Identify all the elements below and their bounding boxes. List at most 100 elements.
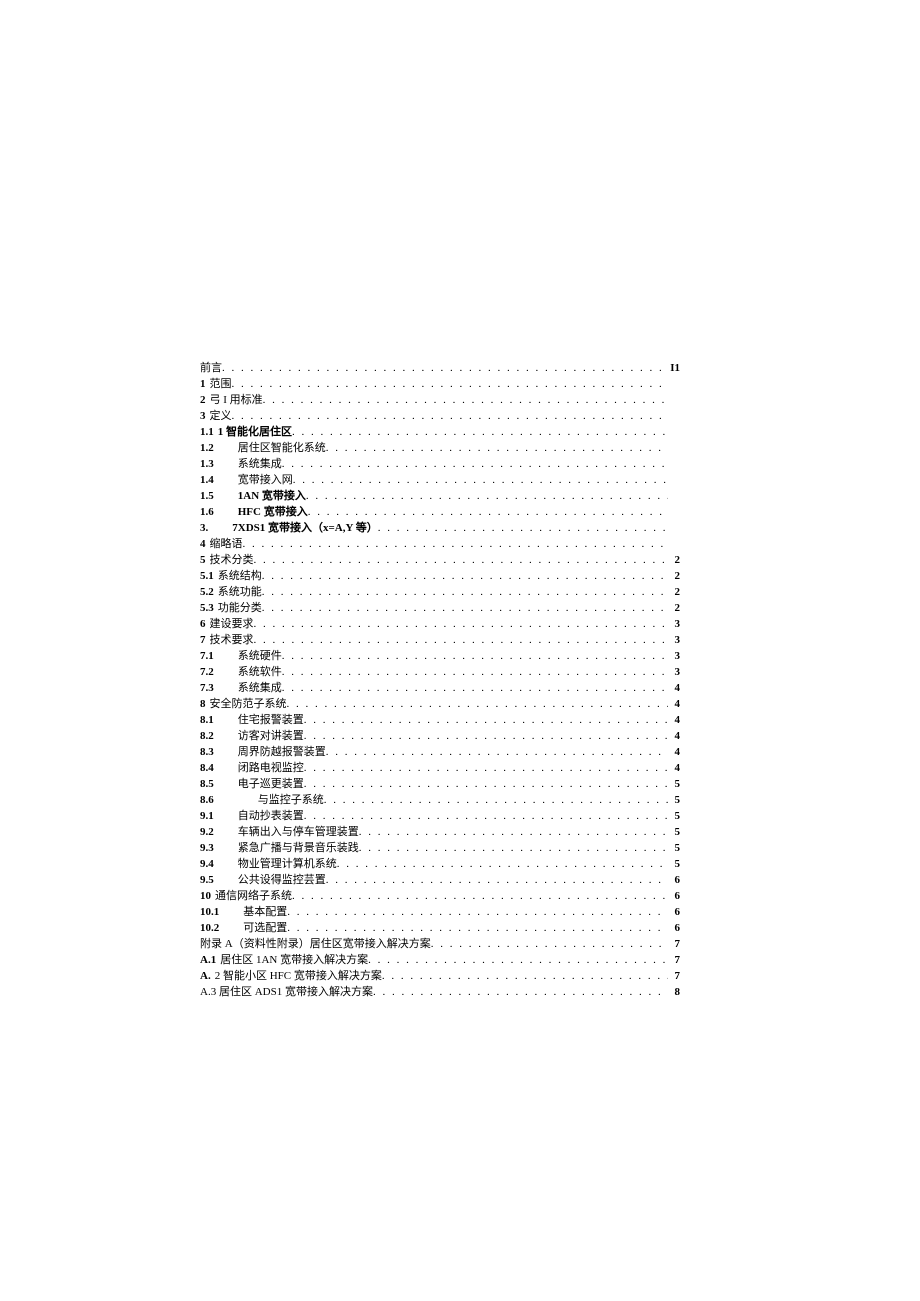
toc-leader-dots bbox=[304, 760, 668, 776]
toc-leader-dots bbox=[254, 552, 669, 568]
toc-title: 居住区 1AN 宽带接入解决方案 bbox=[220, 952, 368, 968]
toc-page-number: 4 bbox=[668, 728, 680, 744]
toc-row: 5.2系统功能 2 bbox=[200, 584, 680, 600]
toc-page-number: 7 bbox=[668, 936, 680, 952]
toc-row: 7.2系统软件3 bbox=[200, 664, 680, 680]
toc-row: 4缩略语 bbox=[200, 536, 680, 552]
toc-leader-dots bbox=[382, 968, 668, 984]
toc-title: 定义 bbox=[210, 408, 232, 424]
toc-leader-dots bbox=[262, 584, 668, 600]
toc-title: 与监控子系统 bbox=[218, 792, 324, 808]
toc-leader-dots bbox=[326, 440, 668, 456]
toc-number: A.1 bbox=[200, 952, 220, 968]
toc-row: 9.4物业管理计算机系统5 bbox=[200, 856, 680, 872]
toc-page-number: 6 bbox=[668, 920, 680, 936]
toc-number: 9.1 bbox=[200, 808, 218, 824]
toc-title: 系统软件 bbox=[218, 664, 282, 680]
toc-title: 系统功能 bbox=[218, 584, 262, 600]
toc-leader-dots bbox=[292, 888, 668, 904]
toc-row: 9.3紧急广播与背景音乐装践 5 bbox=[200, 840, 680, 856]
toc-title: 技术分类 bbox=[210, 552, 254, 568]
toc-row: 5.3功能分类 2 bbox=[200, 600, 680, 616]
toc-leader-dots bbox=[232, 376, 669, 392]
toc-title: A.3 居住区 ADS1 宽带接入解决方案 bbox=[200, 984, 373, 1000]
toc-row: 7技术要求3 bbox=[200, 632, 680, 648]
toc-page-number: 2 bbox=[668, 568, 680, 584]
toc-row: 前言I1 bbox=[200, 360, 680, 376]
toc-title: 系统集成 bbox=[218, 456, 282, 472]
toc-leader-dots bbox=[263, 392, 668, 408]
toc-row: 5技术分类 2 bbox=[200, 552, 680, 568]
toc-title: 住宅报警装置 bbox=[218, 712, 304, 728]
toc-row: 3定义 bbox=[200, 408, 680, 424]
toc-row: A.1居住区 1AN 宽带接入解决方案 7 bbox=[200, 952, 680, 968]
toc-number: 1.4 bbox=[200, 472, 218, 488]
toc-row: 7.3系统集成4 bbox=[200, 680, 680, 696]
toc-leader-dots bbox=[304, 712, 668, 728]
toc-number: 9.2 bbox=[200, 824, 218, 840]
toc-leader-dots bbox=[304, 728, 668, 744]
toc-title: 范围 bbox=[210, 376, 232, 392]
toc-number: 9.3 bbox=[200, 840, 218, 856]
toc-leader-dots bbox=[359, 840, 668, 856]
toc-title: 系统结构 bbox=[218, 568, 262, 584]
toc-row: 10通信网络子系统6 bbox=[200, 888, 680, 904]
toc-row: 10.2可选配置6 bbox=[200, 920, 680, 936]
toc-title: 物业管理计算机系统 bbox=[218, 856, 337, 872]
toc-row: 9.1自动抄表装置5 bbox=[200, 808, 680, 824]
toc-leader-dots bbox=[282, 664, 668, 680]
toc-row: 2弓 I 用标准 bbox=[200, 392, 680, 408]
toc-page-number: 4 bbox=[668, 680, 680, 696]
page: 前言I11范围2弓 I 用标准3定义1.11 智能化居住区1.2居住区智能化系统… bbox=[0, 0, 920, 1301]
toc-leader-dots bbox=[359, 824, 668, 840]
toc-row: 9.2车辆出入与停车管理装置5 bbox=[200, 824, 680, 840]
toc-title: 公共设得监控芸置 bbox=[218, 872, 326, 888]
toc-number: 10.2 bbox=[200, 920, 223, 936]
toc-row: 8.1住宅报警装置4 bbox=[200, 712, 680, 728]
toc-title: 前言 bbox=[200, 360, 222, 376]
toc-leader-dots bbox=[308, 504, 668, 520]
toc-leader-dots bbox=[431, 936, 668, 952]
toc-number: 10 bbox=[200, 888, 215, 904]
toc-page-number: 3 bbox=[668, 616, 680, 632]
toc-row: 8安全防范子系统4 bbox=[200, 696, 680, 712]
toc-page-number: 3 bbox=[668, 632, 680, 648]
toc-page-number: 2 bbox=[668, 600, 680, 616]
toc-title: 紧急广播与背景音乐装践 bbox=[218, 840, 359, 856]
toc-title: 系统硬件 bbox=[218, 648, 282, 664]
toc-row: 3.7XDS1 宽带接入（x=A,Y 等） bbox=[200, 520, 680, 536]
toc-title: HFC 宽带接入 bbox=[218, 504, 308, 520]
toc-leader-dots bbox=[254, 616, 669, 632]
toc-number: 5.2 bbox=[200, 584, 218, 600]
toc-number: 1.5 bbox=[200, 488, 218, 504]
toc-row: 7.1系统硬件3 bbox=[200, 648, 680, 664]
toc-number: 1.2 bbox=[200, 440, 218, 456]
toc-number: 5 bbox=[200, 552, 210, 568]
toc-leader-dots bbox=[262, 568, 668, 584]
toc-leader-dots bbox=[306, 488, 668, 504]
toc-page-number: 7 bbox=[668, 952, 680, 968]
toc-title: 功能分类 bbox=[218, 600, 262, 616]
toc-number: A. bbox=[200, 968, 215, 984]
toc-leader-dots bbox=[304, 776, 668, 792]
toc-leader-dots bbox=[324, 792, 668, 808]
toc-row: 8.6与监控子系统5 bbox=[200, 792, 680, 808]
toc-page-number: 2 bbox=[668, 584, 680, 600]
toc-number: 2 bbox=[200, 392, 210, 408]
toc-leader-dots bbox=[287, 904, 668, 920]
toc-leader-dots bbox=[254, 632, 669, 648]
toc-leader-dots bbox=[378, 520, 668, 536]
toc-number: 8 bbox=[200, 696, 210, 712]
toc-row: 附录 A（资料性附录）居住区宽带接入解决方案7 bbox=[200, 936, 680, 952]
toc-row: 1.2居住区智能化系统 bbox=[200, 440, 680, 456]
toc-title: 系统集成 bbox=[218, 680, 282, 696]
toc-title: 车辆出入与停车管理装置 bbox=[218, 824, 359, 840]
toc-number: 8.2 bbox=[200, 728, 218, 744]
toc-number: 5.3 bbox=[200, 600, 218, 616]
toc-row: 8.2访客对讲装置4 bbox=[200, 728, 680, 744]
toc-page-number: 2 bbox=[668, 552, 680, 568]
toc-leader-dots bbox=[282, 648, 668, 664]
toc-row: 8.5电子巡更装置5 bbox=[200, 776, 680, 792]
toc-page-number: 5 bbox=[668, 776, 680, 792]
toc-page-number: 5 bbox=[668, 840, 680, 856]
